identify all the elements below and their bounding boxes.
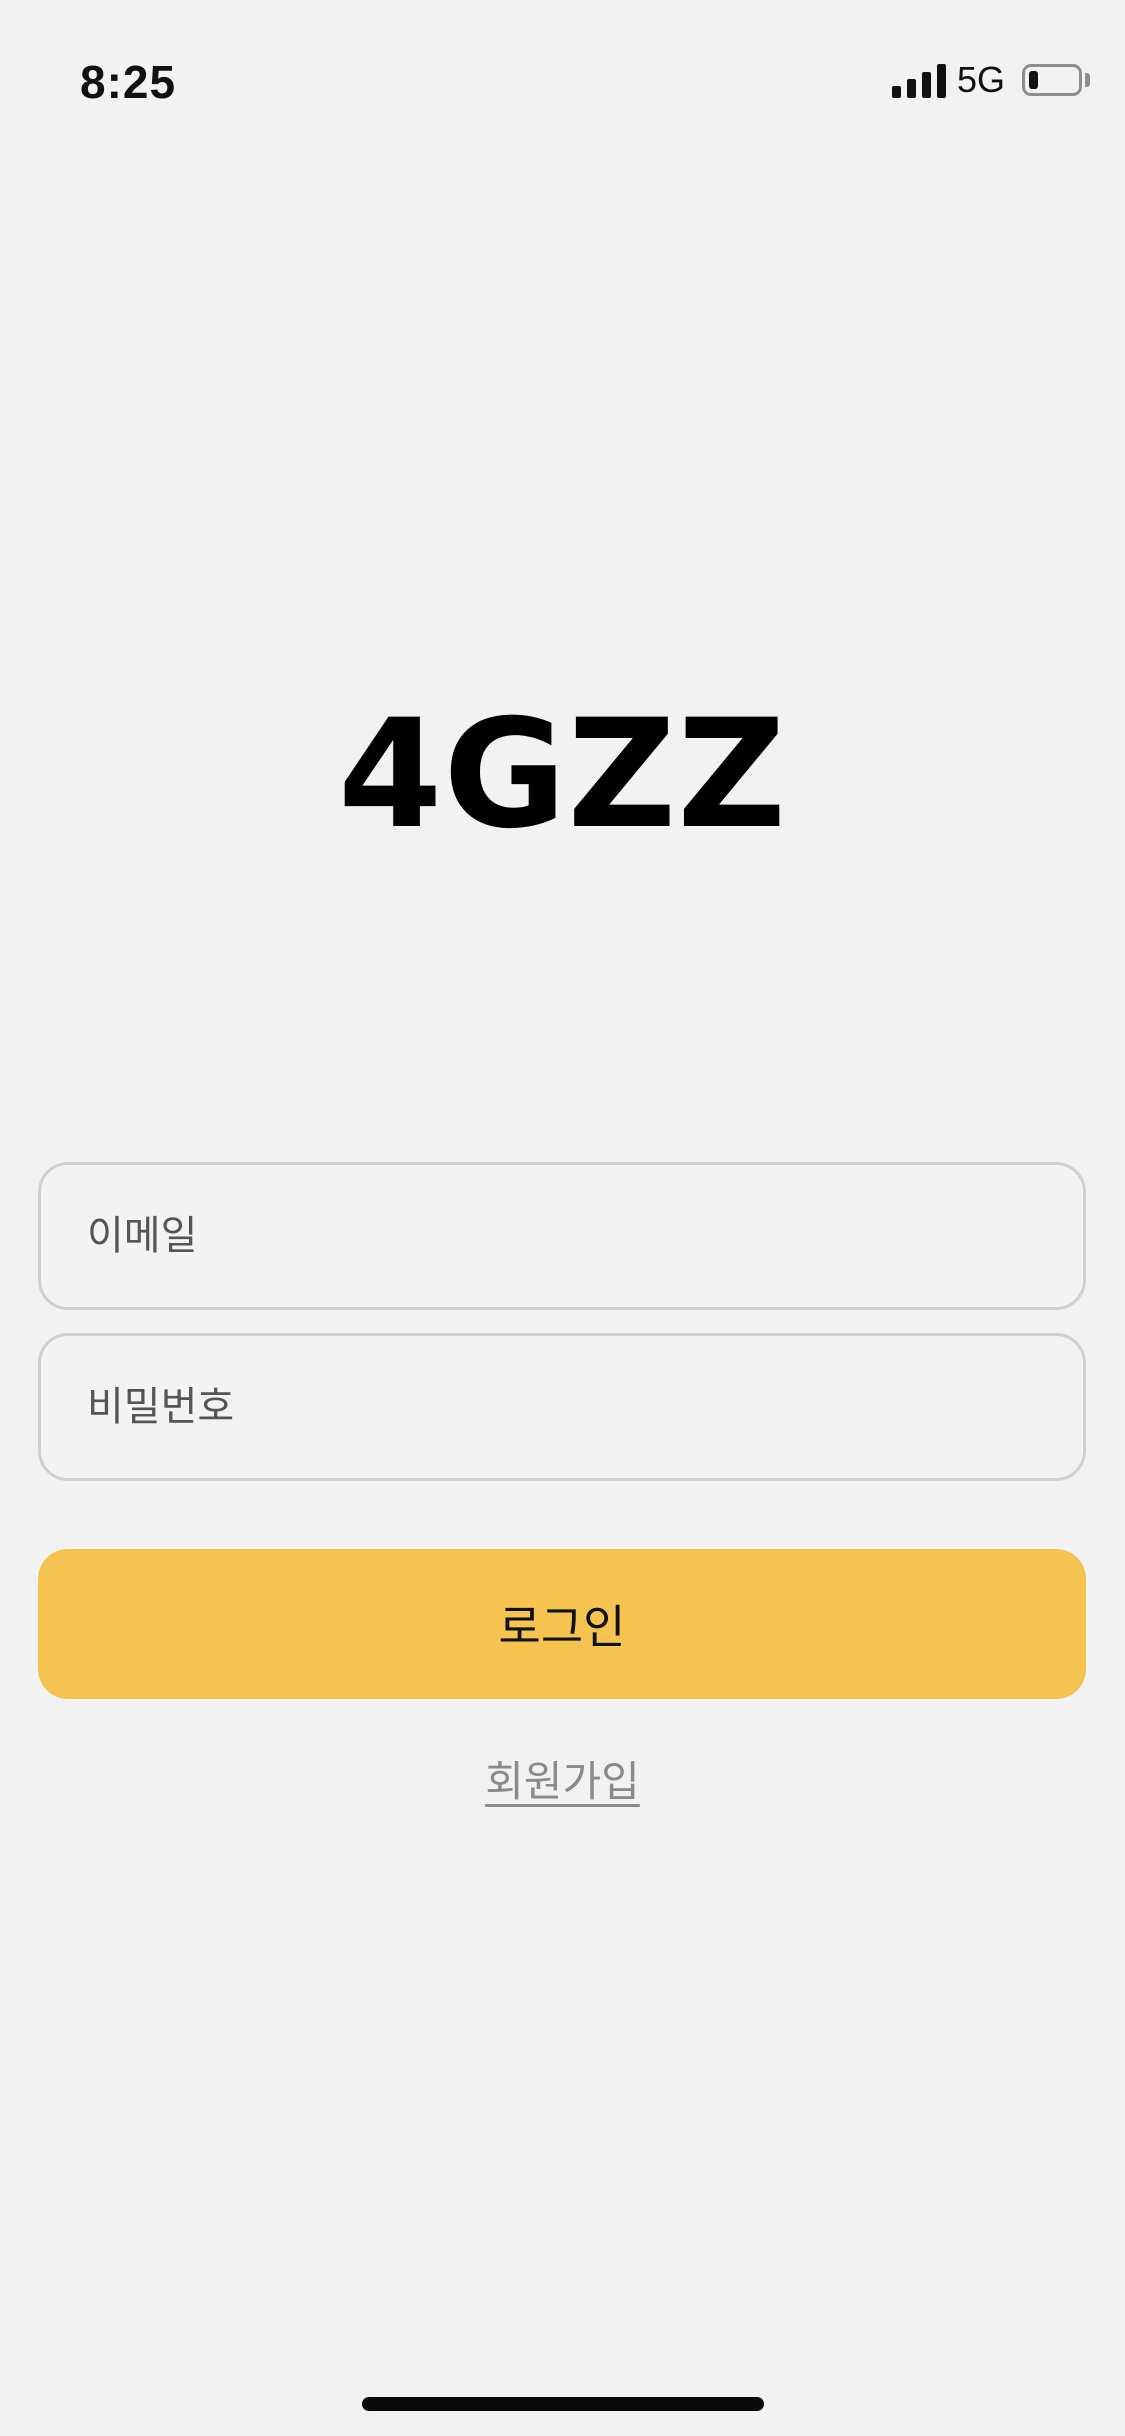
email-field[interactable] [38,1162,1086,1310]
status-bar: 8:25 5G [0,0,1125,140]
password-input[interactable] [41,1336,1083,1478]
email-input[interactable] [41,1165,1083,1307]
password-field[interactable] [38,1333,1086,1481]
status-time: 8:25 [80,56,177,108]
cellular-signal-icon [892,62,946,98]
app-logo: 4GZZ [337,688,788,862]
battery-tip [1085,73,1090,87]
signup-link[interactable]: 회원가입 [0,1752,1125,1812]
login-button[interactable]: 로그인 [38,1549,1086,1699]
network-type: 5G [957,59,1006,100]
battery-icon [1022,64,1082,96]
battery-level-fill [1029,71,1038,89]
home-indicator[interactable] [362,2397,764,2411]
